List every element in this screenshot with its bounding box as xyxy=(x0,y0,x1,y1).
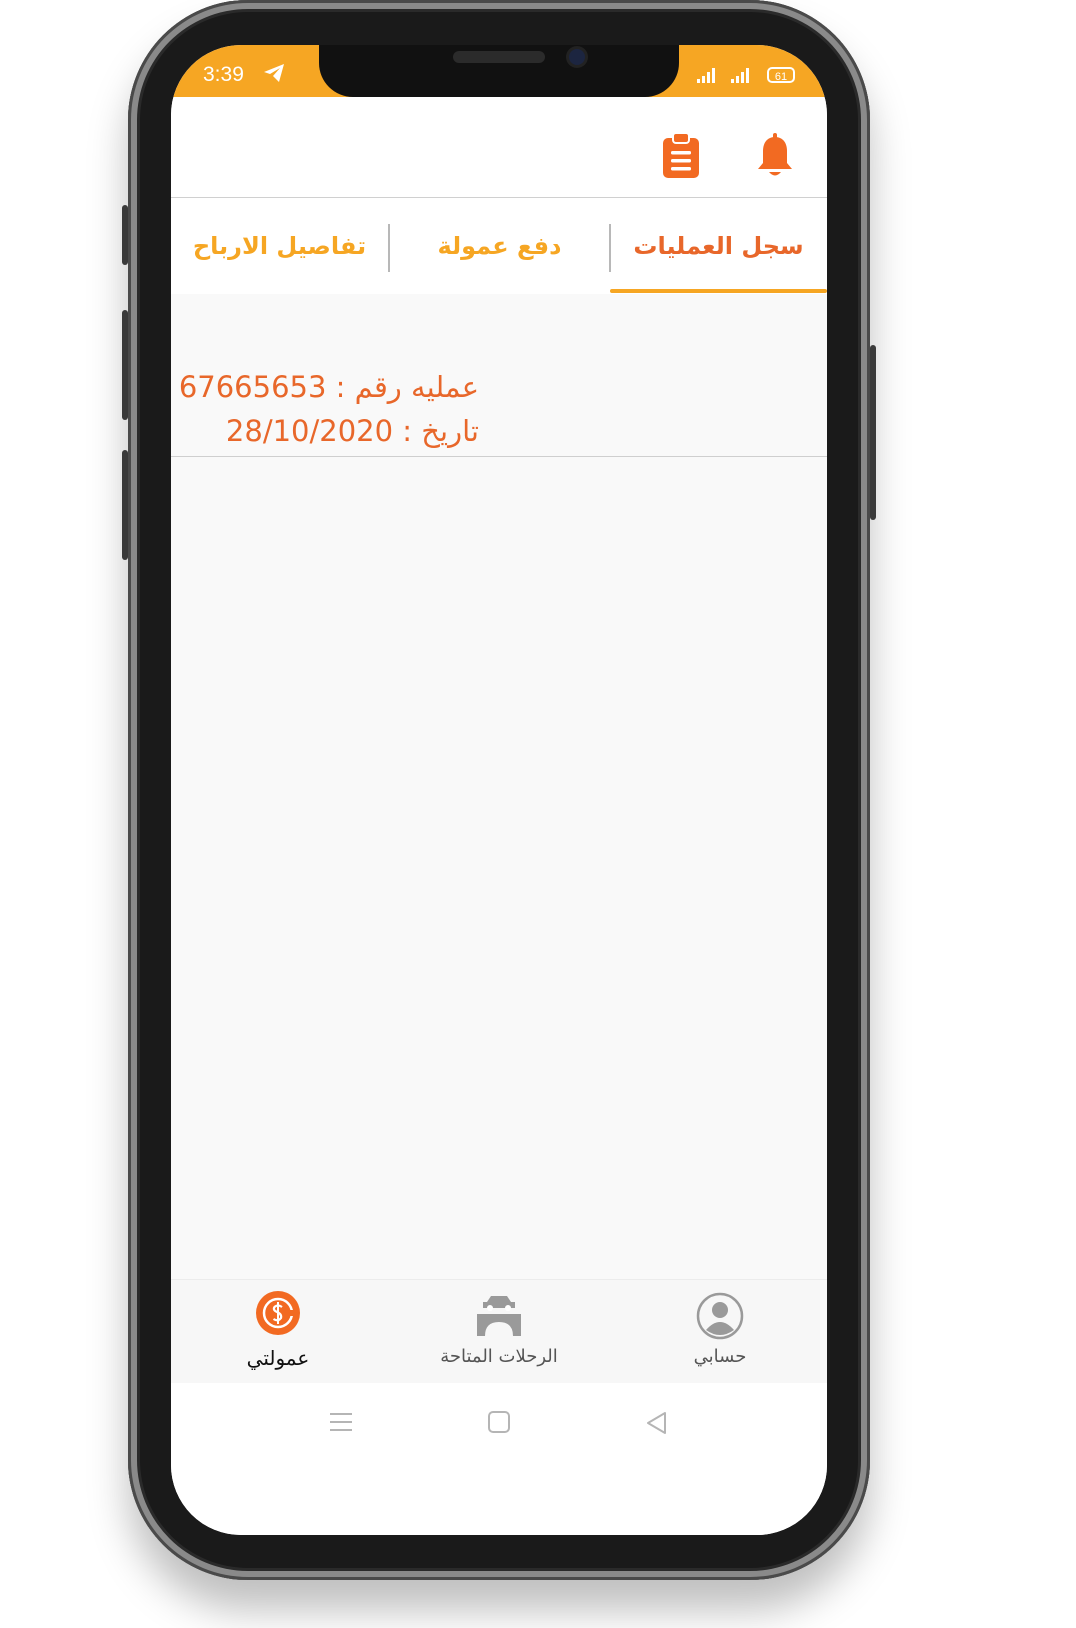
signal-icon-2 xyxy=(731,68,749,83)
nav-label-account: حسابي xyxy=(693,1346,747,1367)
nav-available-trips[interactable]: الرحلات المتاحة xyxy=(419,1280,579,1384)
volume-up-button xyxy=(122,310,128,420)
bottom-navigation: عمولتي الرحلات المتاحة حسابي xyxy=(171,1279,827,1384)
user-avatar-icon xyxy=(696,1292,744,1340)
bell-icon[interactable] xyxy=(755,133,795,179)
signal-icon-1 xyxy=(697,68,715,83)
nav-my-commission[interactable]: عمولتي xyxy=(198,1280,358,1384)
nav-my-account[interactable]: حسابي xyxy=(640,1280,800,1384)
commission-dollar-icon xyxy=(256,1291,300,1335)
triangle-back-icon[interactable] xyxy=(645,1411,669,1435)
front-camera xyxy=(569,49,585,65)
phone-screen: 3:39 61 سجل العمليات دفع عمولة تفاصيل ال… xyxy=(171,45,827,1535)
power-button xyxy=(870,345,876,520)
nav-label-trips: الرحلات المتاحة xyxy=(440,1346,558,1367)
status-time: 3:39 xyxy=(203,63,244,86)
operation-number: عمليه رقم : 67665653 xyxy=(178,370,479,404)
phone-notch xyxy=(319,45,679,97)
system-navigation-bar xyxy=(171,1383,827,1535)
operations-list: عمليه رقم : 67665653 تاريخ : 28/10/2020 xyxy=(171,294,827,1279)
app-header xyxy=(171,97,827,198)
battery-indicator: 61 xyxy=(767,67,795,83)
volume-down-button xyxy=(122,450,128,560)
active-tab-indicator xyxy=(610,289,827,293)
list-item[interactable]: عمليه رقم : 67665653 تاريخ : 28/10/2020 xyxy=(171,354,827,457)
square-home-icon[interactable] xyxy=(488,1411,510,1433)
tab-operations-log[interactable]: سجل العمليات xyxy=(610,198,827,294)
speaker-grille xyxy=(453,51,545,63)
tab-divider xyxy=(388,224,390,272)
mute-switch xyxy=(122,205,128,265)
menu-lines-icon[interactable] xyxy=(329,1411,353,1433)
tab-bar: سجل العمليات دفع عمولة تفاصيل الارباح xyxy=(171,198,827,294)
car-bridge-icon xyxy=(477,1296,521,1336)
nav-label-commission: عمولتي xyxy=(246,1346,310,1370)
tab-pay-commission[interactable]: دفع عمولة xyxy=(390,198,609,294)
telegram-icon xyxy=(264,64,284,82)
tab-divider xyxy=(609,224,611,272)
tab-earnings-details[interactable]: تفاصيل الارباح xyxy=(171,198,388,294)
operation-date: تاريخ : 28/10/2020 xyxy=(225,414,479,448)
clipboard-icon[interactable] xyxy=(661,133,701,179)
